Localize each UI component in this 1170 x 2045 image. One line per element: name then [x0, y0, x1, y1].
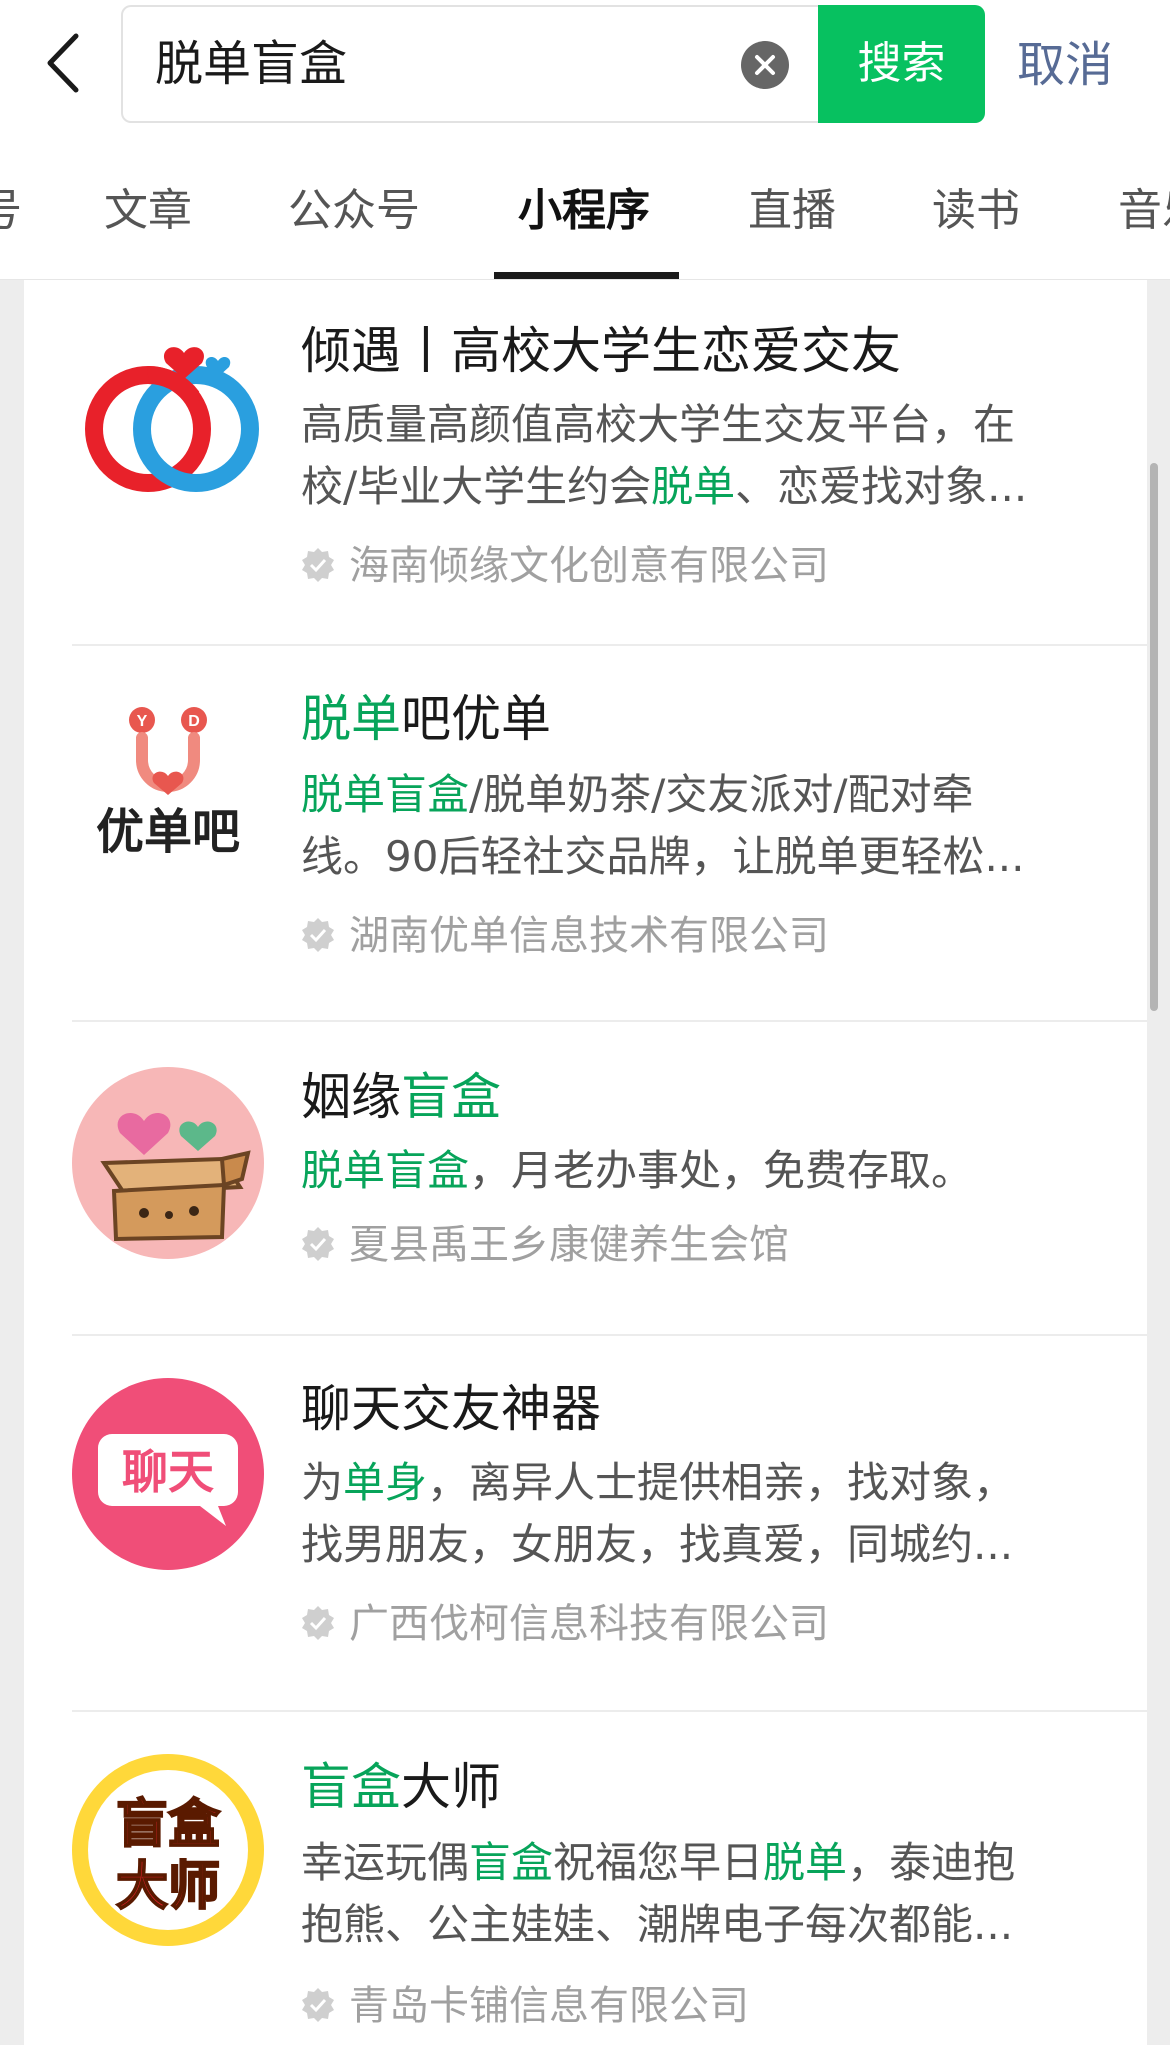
text-segment: ，泰迪抱 — [847, 1838, 1016, 1887]
text-segment: 倾遇丨高校大学生恋爱交友 — [301, 322, 901, 380]
description-line: 校/毕业大学生约会脱单、恋爱找对象... — [301, 456, 1121, 518]
company-name: 海南倾缘文化创意有限公司 — [349, 543, 829, 589]
list-item[interactable]: Y D 优单吧 脱单吧优单 脱单盲盒/脱单奶茶/交友派对/配对牵线。90后轻社交… — [24, 646, 1147, 1022]
back-arrow-icon[interactable] — [38, 28, 94, 98]
rings-heart-icon — [72, 325, 264, 517]
active-tab-indicator — [494, 272, 679, 279]
verified-badge-icon — [302, 1606, 334, 1640]
text-segment: ，月老办事处，免费存取。 — [469, 1146, 974, 1195]
verified-badge-icon — [302, 1227, 334, 1261]
text-segment: 大师 — [401, 1758, 501, 1816]
search-button[interactable]: 搜索 — [818, 5, 985, 123]
description-line: 线。90后轻社交品牌，让脱单更轻松... — [301, 826, 1121, 888]
text-segment: 找男朋友，女朋友，找真爱，同城约... — [301, 1520, 1014, 1569]
verified-badge-icon — [302, 548, 334, 582]
blindbox-icon-text-bottom: 大师 — [116, 1857, 220, 1917]
result-description: 脱单盲盒/脱单奶茶/交友派对/配对牵线。90后轻社交品牌，让脱单更轻松... — [301, 764, 1121, 888]
text-segment: 线。90后轻社交品牌，让脱单更轻松... — [301, 832, 1025, 881]
blindbox-icon-text-top: 盲盒 — [116, 1795, 221, 1855]
tab-music[interactable]: 音乐 — [1118, 181, 1170, 241]
result-description: 脱单盲盒，月老办事处，免费存取。 — [301, 1140, 1121, 1202]
keyword-highlight: 盲盒 — [301, 1758, 401, 1816]
text-segment: 吧优单 — [401, 690, 551, 748]
results-list: 倾遇丨高校大学生恋爱交友 高质量高颜值高校大学生交友平台，在 校/毕业大学生约会脱… — [24, 280, 1147, 2045]
svg-text:Y: Y — [137, 713, 148, 730]
result-title: 倾遇丨高校大学生恋爱交友 — [301, 316, 901, 386]
tab-articles[interactable]: 文章 — [104, 181, 192, 241]
tab-mini-programs[interactable]: 小程序 — [518, 181, 650, 241]
list-item[interactable]: 聊天 聊天交友神器 为单身，离异人士提供相亲，找对象， 找男朋友，女朋友，找真爱，… — [24, 1336, 1147, 1712]
text-segment: /脱单奶茶/交友派对/配对牵 — [469, 770, 974, 819]
result-title: 姻缘盲盒 — [301, 1062, 501, 1132]
search-box: 搜索 — [121, 5, 985, 123]
cancel-button[interactable]: 取消 — [1017, 30, 1113, 100]
text-segment: 聊天交友神器 — [301, 1380, 601, 1438]
tab-official-accounts[interactable]: 公众号 — [288, 181, 420, 241]
result-company: 海南倾缘文化创意有限公司 — [299, 536, 829, 596]
tab-books[interactable]: 读书 — [932, 181, 1020, 241]
company-name: 青岛卡铺信息有限公司 — [349, 1983, 749, 2029]
list-item[interactable]: 盲盒 大师 盲盒大师 幸运玩偶盲盒祝福您早日脱单，泰迪抱 抱熊、公主娃娃、潮牌电子… — [24, 1712, 1147, 2045]
text-segment: 抱熊、公主娃娃、潮牌电子每次都能... — [301, 1900, 1014, 1949]
text-segment: 、恋爱找对象... — [735, 462, 1028, 511]
category-tabs: 号 文章 公众号 小程序 直播 读书 音乐 — [0, 145, 1170, 280]
list-item[interactable]: 姻缘盲盒 脱单盲盒，月老办事处，免费存取。 夏县禹王乡康健养生会馆 — [24, 1022, 1147, 1336]
keyword-highlight: 盲盒 — [401, 1068, 501, 1126]
keyword-highlight: 脱单 — [301, 690, 401, 748]
description-line: 脱单盲盒，月老办事处，免费存取。 — [301, 1140, 1121, 1202]
text-segment: 校/毕业大学生约会 — [301, 462, 652, 511]
result-company: 青岛卡铺信息有限公司 — [299, 1976, 749, 2036]
keyword-highlight: 盲盒 — [469, 1838, 554, 1887]
search-input[interactable] — [155, 7, 735, 121]
scrollbar[interactable] — [1150, 463, 1158, 1011]
verified-badge-icon — [302, 1988, 334, 2022]
chat-icon-text: 聊天 — [122, 1445, 214, 1499]
description-line: 抱熊、公主娃娃、潮牌电子每次都能... — [301, 1894, 1121, 1956]
result-description: 幸运玩偶盲盒祝福您早日脱单，泰迪抱抱熊、公主娃娃、潮牌电子每次都能... — [301, 1832, 1121, 1956]
verified-badge-icon — [302, 918, 334, 952]
tab-account[interactable]: 号 — [0, 181, 22, 241]
result-company: 广西伐柯信息科技有限公司 — [299, 1594, 829, 1654]
result-title: 盲盒大师 — [301, 1752, 501, 1822]
description-line: 脱单盲盒/脱单奶茶/交友派对/配对牵 — [301, 764, 1121, 826]
blindbox-master-icon: 盲盒 大师 — [72, 1754, 264, 1946]
result-company: 湖南优单信息技术有限公司 — [299, 906, 829, 966]
description-line: 为单身，离异人士提供相亲，找对象， — [301, 1452, 1121, 1514]
text-segment: ，离异人士提供相亲，找对象， — [427, 1458, 1016, 1507]
company-name: 夏县禹王乡康健养生会馆 — [349, 1222, 789, 1268]
result-description: 为单身，离异人士提供相亲，找对象， 找男朋友，女朋友，找真爱，同城约... — [301, 1452, 1121, 1576]
company-name: 湖南优单信息技术有限公司 — [349, 913, 829, 959]
text-segment: 高质量高颜值高校大学生交友平台，在 — [301, 400, 1016, 449]
keyword-highlight: 脱单盲盒 — [301, 770, 470, 819]
text-segment: 姻缘 — [301, 1068, 401, 1126]
youdanba-logo-icon: Y D 优单吧 — [72, 686, 264, 878]
keyword-highlight: 脱单盲盒 — [301, 1146, 470, 1195]
text-segment: 幸运玩偶 — [301, 1838, 470, 1887]
result-title: 脱单吧优单 — [301, 684, 551, 754]
svg-text:D: D — [188, 713, 200, 730]
company-name: 广西伐柯信息科技有限公司 — [349, 1601, 829, 1647]
description-line: 幸运玩偶盲盒祝福您早日脱单，泰迪抱 — [301, 1832, 1121, 1894]
description-line: 高质量高颜值高校大学生交友平台，在 — [301, 394, 1121, 456]
result-company: 夏县禹王乡康健养生会馆 — [299, 1215, 789, 1275]
list-item[interactable]: 倾遇丨高校大学生恋爱交友 高质量高颜值高校大学生交友平台，在 校/毕业大学生约会脱… — [24, 280, 1147, 646]
heart-box-icon — [72, 1067, 264, 1259]
result-title: 聊天交友神器 — [301, 1374, 601, 1444]
search-header: 搜索 取消 — [0, 0, 1170, 145]
tab-live[interactable]: 直播 — [748, 181, 836, 241]
keyword-highlight: 脱单 — [651, 462, 736, 511]
clear-icon[interactable] — [741, 41, 789, 89]
description-line: 找男朋友，女朋友，找真爱，同城约... — [301, 1514, 1121, 1576]
keyword-highlight: 脱单 — [763, 1838, 848, 1887]
logo-text: 优单吧 — [96, 804, 240, 860]
text-segment: 为 — [301, 1458, 344, 1507]
keyword-highlight: 单身 — [343, 1458, 428, 1507]
result-description: 高质量高颜值高校大学生交友平台，在 校/毕业大学生约会脱单、恋爱找对象... — [301, 394, 1121, 518]
chat-bubble-icon: 聊天 — [72, 1378, 264, 1570]
text-segment: 祝福您早日 — [553, 1838, 764, 1887]
